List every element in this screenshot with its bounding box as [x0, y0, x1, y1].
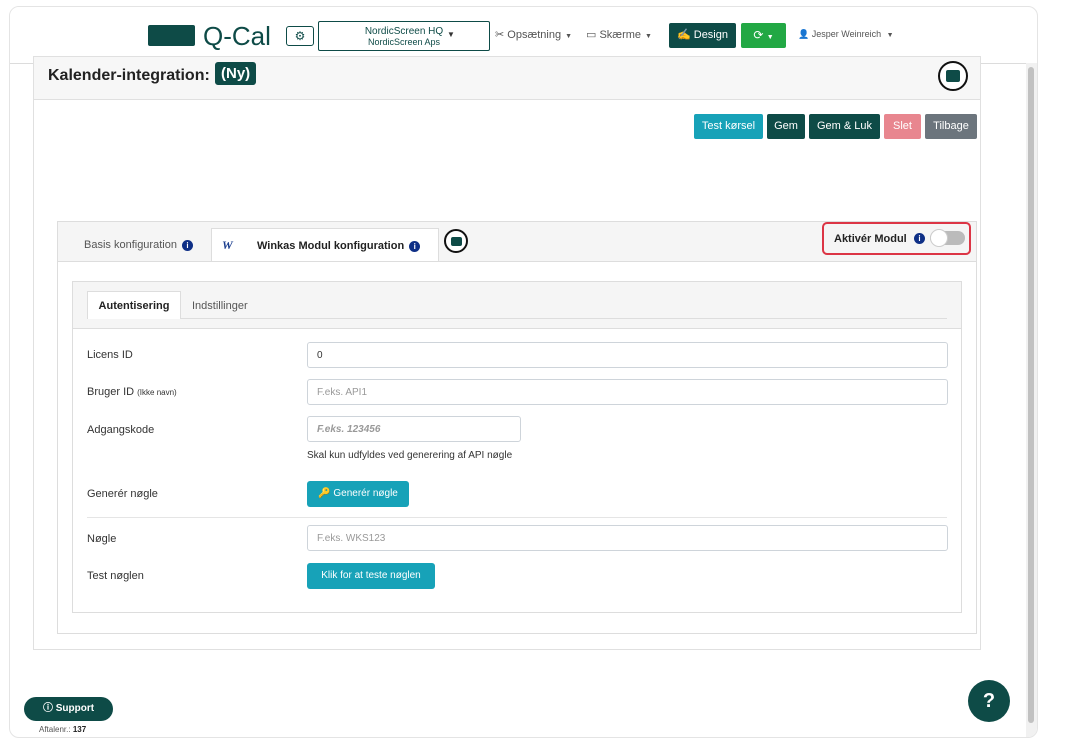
test-key-label: Test nøglen	[87, 570, 144, 582]
caret-down-icon: ▼	[645, 33, 652, 40]
scrollbar[interactable]	[1026, 63, 1037, 737]
key-icon: 🔑	[318, 488, 331, 499]
auth-tabs: Autentisering Indstillinger	[73, 282, 961, 329]
sync-button[interactable]: ⟳ ▼	[741, 23, 786, 48]
info-icon[interactable]: i	[914, 233, 925, 244]
question-circle-icon: ⓘ	[42, 703, 53, 714]
caret-down-icon: ▼	[766, 34, 774, 41]
design-button[interactable]: ✍ Design	[669, 23, 736, 48]
cogs-icon: ⚙	[294, 29, 306, 43]
nav-screens[interactable]: ▭ Skærme ▼	[586, 28, 652, 41]
info-icon[interactable]: i	[181, 239, 193, 251]
caret-down-icon: ▼	[886, 32, 894, 39]
generate-key-button[interactable]: 🔑 Generér nøgle	[307, 481, 409, 507]
license-label: Licens ID	[87, 349, 133, 361]
page-title: Kalender-integration:	[48, 67, 210, 84]
switch-knob	[930, 229, 948, 247]
activate-module-label: Aktivér Modul	[834, 233, 907, 245]
key-input[interactable]	[307, 525, 948, 551]
tools-icon: ✂	[495, 29, 505, 41]
nav-screens-label: Skærme	[599, 29, 642, 41]
support-label: Support	[55, 703, 95, 714]
test-run-button[interactable]: Test kørsel	[694, 114, 763, 139]
scrollbar-thumb[interactable]	[1028, 67, 1034, 723]
form-divider	[87, 517, 947, 518]
agreement-number: Aftalenr.: 137	[39, 725, 87, 734]
design-label: Design	[693, 29, 728, 41]
winkas-logo-icon: W	[222, 238, 233, 252]
user-id-input[interactable]	[307, 379, 948, 405]
user-menu[interactable]: 👤 Jesper Weinreich ▼	[798, 29, 894, 40]
license-input[interactable]	[307, 342, 948, 368]
book-icon	[450, 236, 462, 246]
card-header: Kalender-integration: (Ny)	[34, 57, 980, 100]
save-button[interactable]: Gem	[767, 114, 805, 139]
password-label: Adgangskode	[87, 424, 155, 436]
info-icon[interactable]: i	[409, 240, 421, 252]
auth-card: Autentisering Indstillinger	[72, 281, 962, 613]
caret-down-icon: ▼	[565, 33, 573, 40]
support-button[interactable]: ⓘ Support	[24, 697, 113, 721]
help-button[interactable]: ?	[968, 680, 1010, 722]
activate-module-switch[interactable]	[930, 229, 965, 247]
password-input[interactable]	[307, 416, 521, 442]
test-key-button[interactable]: Klik for at teste nøglen	[307, 563, 435, 589]
tab-basic-config[interactable]: Basis konfiguration i	[84, 239, 193, 251]
back-button[interactable]: Tilbage	[925, 114, 977, 139]
save-close-button[interactable]: Gem & Luk	[809, 114, 880, 139]
sync-icon: ⟳	[753, 28, 764, 42]
caret-down-icon: ▼	[447, 30, 455, 39]
nav-setup[interactable]: ✂ Opsætning ▼	[495, 28, 572, 41]
nav-setup-label: Opsætning	[507, 29, 562, 41]
generate-key-label: Generér nøgle	[87, 488, 158, 500]
tab-divider	[87, 318, 947, 319]
site-name: NordicScreen HQ	[364, 26, 444, 37]
delete-button[interactable]: Slet	[884, 114, 921, 139]
settings-cogs-button[interactable]: ⚙	[286, 26, 314, 46]
help-book-button[interactable]	[938, 61, 968, 91]
design-icon: ✍	[676, 29, 691, 41]
user-cog-icon: 👤	[798, 29, 810, 39]
tab-winkas-config[interactable]: W Winkas Modul konfiguration i	[211, 228, 439, 261]
key-label: Nøgle	[87, 533, 117, 545]
password-help: Skal kun udfyldes ved generering af API …	[307, 450, 513, 461]
user-name: Jesper Weinreich	[811, 29, 882, 39]
user-id-hint: (Ikke navn)	[137, 388, 177, 397]
status-badge: (Ny)	[215, 62, 257, 85]
book-icon	[946, 70, 960, 82]
activate-module-toggle-group: Aktivér Modul i	[822, 222, 971, 255]
brand-name: Q-Cal	[203, 21, 271, 51]
tab-settings[interactable]: Indstillinger	[192, 300, 248, 312]
tab-basic-label: Basis konfiguration	[84, 239, 177, 251]
monitor-icon: ▭	[586, 29, 597, 41]
site-selector[interactable]: NordicScreen HQ NordicScreen Aps ▼	[318, 21, 490, 51]
user-id-label: Bruger ID (Ikke navn)	[87, 386, 177, 398]
agreement-number-value: 137	[72, 725, 87, 734]
tab-authentication[interactable]: Autentisering	[87, 291, 181, 319]
site-sub: NordicScreen Aps	[367, 37, 441, 47]
logo-mark	[148, 25, 195, 46]
generate-key-button-label: Generér nøgle	[333, 488, 398, 499]
help-book-button[interactable]	[444, 229, 468, 253]
tab-winkas-label: Winkas Modul konfiguration i	[257, 240, 421, 252]
